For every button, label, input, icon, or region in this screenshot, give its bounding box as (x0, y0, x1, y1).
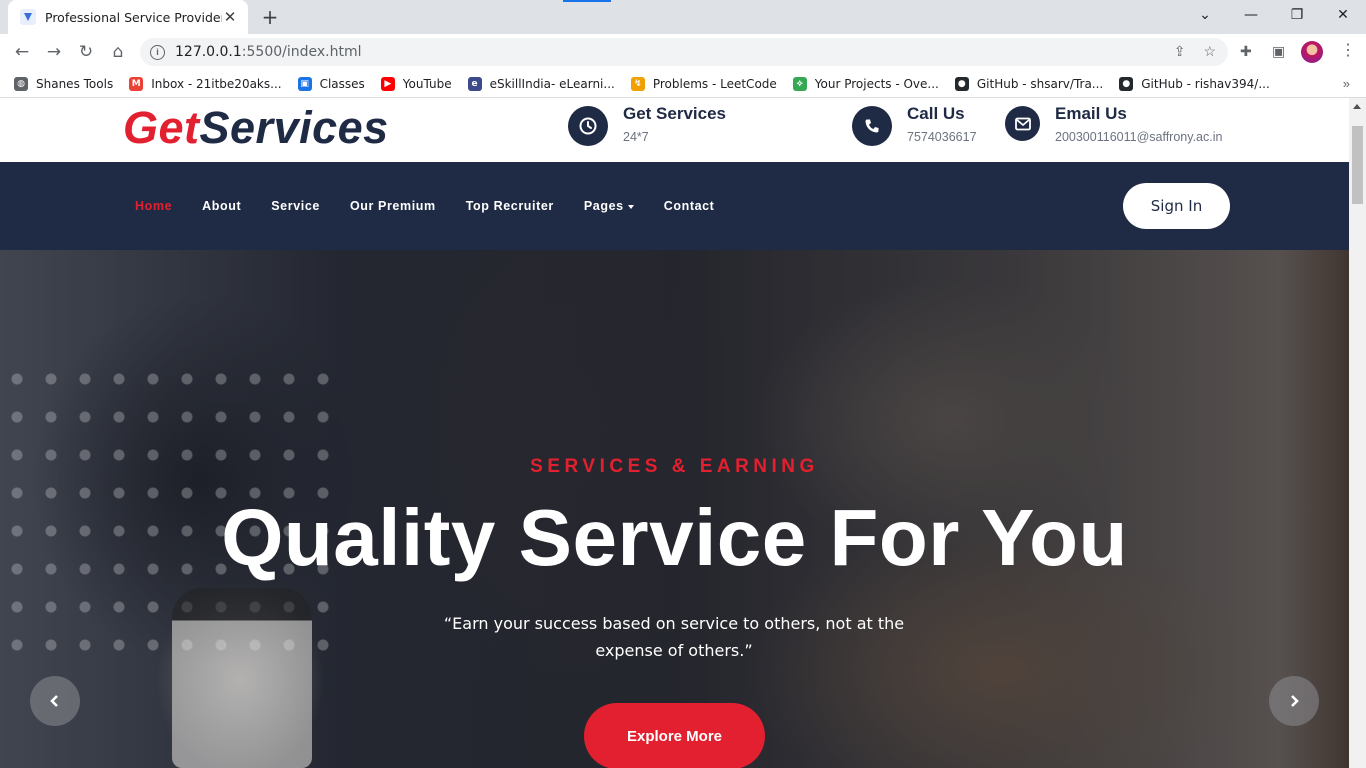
contact-value: 24*7 (623, 130, 649, 144)
bookmark-label: Inbox - 21itbe20aks... (151, 76, 282, 91)
envelope-icon (1005, 106, 1040, 141)
home-button[interactable]: ⌂ (105, 39, 131, 65)
chevron-left-icon (50, 695, 58, 707)
bookmark-item[interactable]: M Inbox - 21itbe20aks... (129, 76, 282, 91)
tab-search-chevron-icon[interactable]: ⌄ (1182, 0, 1228, 30)
eskill-icon: e (467, 76, 482, 91)
bookmark-item[interactable]: ● GitHub - shsarv/Tra... (954, 76, 1104, 91)
site-info-icon[interactable]: i (150, 44, 165, 60)
browser-tabstrip: Professional Service Provider ✕ + ⌄ — ❐ … (0, 0, 1366, 34)
carousel-prev-button[interactable] (30, 676, 80, 726)
classroom-icon: ▣ (297, 76, 312, 91)
share-icon[interactable]: ⇪ (1174, 43, 1186, 60)
bookmark-star-icon[interactable]: ☆ (1203, 43, 1216, 60)
site-logo[interactable]: GetServices (123, 102, 389, 154)
nav-home[interactable]: Home (135, 199, 172, 213)
tab-close-icon[interactable]: ✕ (222, 9, 238, 26)
chevron-right-icon (1291, 695, 1299, 707)
explore-more-button[interactable]: Explore More (584, 703, 765, 768)
bookmark-label: YouTube (402, 76, 452, 91)
browser-toolbar: ← → ↻ ⌂ i 127.0.0.1:5500/index.html ⇪ ☆ … (0, 34, 1366, 70)
hero-tagline: SERVICES & EARNING (530, 456, 819, 477)
reload-button[interactable]: ↻ (73, 39, 99, 65)
clock-icon (568, 106, 608, 146)
nav-pages-label: Pages (583, 199, 624, 213)
nav-contact[interactable]: Contact (664, 199, 715, 213)
projects-icon: ⟡ (792, 76, 807, 91)
tab-title: Professional Service Provider (45, 9, 222, 25)
caret-down-icon (627, 204, 634, 209)
bookmark-label: GitHub - rishav394/... (1141, 76, 1270, 91)
web-page: GetServices Get Services 24*7 Call Us 75… (0, 98, 1349, 768)
nav-about[interactable]: About (202, 199, 241, 213)
nav-service[interactable]: Service (271, 199, 320, 213)
bookmark-item[interactable]: ◍ Shanes Tools (14, 76, 114, 91)
bookmarks-overflow-icon[interactable]: » (1343, 76, 1350, 91)
url-host: 127.0.0.1 (175, 44, 242, 60)
contact-value: 7574036617 (907, 130, 977, 144)
bookmark-item[interactable]: ⟡ Your Projects - Ove... (792, 76, 939, 91)
contact-get-services: Get Services 24*7 (568, 104, 726, 146)
bookmark-item[interactable]: ▣ Classes (297, 76, 365, 91)
bookmark-label: eSkillIndia- eLearni... (489, 76, 615, 91)
globe-icon: ◍ (14, 76, 28, 91)
contact-title: Get Services (623, 104, 727, 123)
profile-avatar[interactable] (1301, 41, 1323, 63)
youtube-icon: ▶ (380, 76, 395, 91)
contact-call-us: Call Us 7574036617 (852, 104, 977, 146)
bookmark-item[interactable]: ▶ YouTube (380, 76, 452, 91)
github-icon: ● (1119, 76, 1134, 91)
site-favicon-icon (20, 9, 36, 25)
bookmark-item[interactable]: ● GitHub - rishav394/... (1119, 76, 1270, 91)
scroll-up-arrow-icon[interactable] (1353, 104, 1361, 109)
forward-button[interactable]: → (41, 39, 67, 65)
site-navbar: Home About Service Our Premium Top Recru… (0, 162, 1349, 250)
hero-quote: “Earn your success based on service to o… (443, 614, 905, 660)
address-bar[interactable]: i 127.0.0.1:5500/index.html ⇪ ☆ (140, 38, 1228, 66)
nav-top-recruiter[interactable]: Top Recruiter (466, 199, 554, 213)
contact-email-us: Email Us 200300116011@saffrony.ac.in (1005, 104, 1222, 144)
site-topbar: GetServices Get Services 24*7 Call Us 75… (0, 98, 1349, 162)
bookmark-item[interactable]: e eSkillIndia- eLearni... (467, 76, 615, 91)
bookmark-label: Classes (319, 76, 365, 91)
logo-part-services: Services (199, 102, 389, 153)
bookmark-label: Problems - LeetCode (652, 76, 777, 91)
carousel-next-button[interactable] (1269, 676, 1319, 726)
leetcode-icon: ↯ (630, 76, 645, 91)
phone-icon (852, 106, 892, 146)
bookmark-label: GitHub - shsarv/Tra... (976, 76, 1104, 91)
tab-drag-indicator (563, 0, 611, 2)
bookmarks-bar: ◍ Shanes Tools M Inbox - 21itbe20aks... ▣ Cla… (0, 70, 1366, 98)
nav-links: Home About Service Our Premium Top Recru… (135, 199, 744, 213)
menu-kebab-icon[interactable]: ⋮ (1340, 40, 1356, 60)
extensions-icon[interactable]: ✚ (1240, 43, 1252, 60)
url-path: :5500/index.html (241, 44, 362, 60)
url-text[interactable]: 127.0.0.1:5500/index.html (175, 44, 362, 60)
hero-carousel: SERVICES & EARNING Quality Service For Y… (0, 250, 1349, 768)
scrollbar-thumb[interactable] (1352, 126, 1363, 204)
minimize-button[interactable]: — (1228, 0, 1274, 30)
back-button[interactable]: ← (9, 39, 35, 65)
bookmark-label: Your Projects - Ove... (814, 76, 939, 91)
github-icon: ● (954, 76, 969, 91)
contact-title: Email Us (1055, 104, 1127, 123)
bookmark-label: Shanes Tools (36, 76, 114, 91)
contact-value[interactable]: 200300116011@saffrony.ac.in (1055, 130, 1222, 144)
hero-background-cup (172, 588, 312, 768)
contact-title: Call Us (907, 104, 965, 123)
sign-in-button[interactable]: Sign In (1123, 183, 1230, 229)
restore-button[interactable]: ❐ (1274, 0, 1320, 30)
browser-tab[interactable]: Professional Service Provider ✕ (8, 0, 248, 34)
close-window-button[interactable]: ✕ (1320, 0, 1366, 30)
side-panel-icon[interactable]: ▣ (1272, 43, 1285, 60)
nav-our-premium[interactable]: Our Premium (350, 199, 436, 213)
logo-part-get: Get (123, 102, 200, 153)
page-scrollbar[interactable] (1349, 98, 1366, 768)
hero-headline: Quality Service For You (221, 493, 1128, 582)
gmail-icon: M (129, 76, 144, 91)
new-tab-button[interactable]: + (258, 5, 282, 29)
bookmark-item[interactable]: ↯ Problems - LeetCode (630, 76, 777, 91)
nav-pages-dropdown[interactable]: Pages (584, 199, 634, 213)
